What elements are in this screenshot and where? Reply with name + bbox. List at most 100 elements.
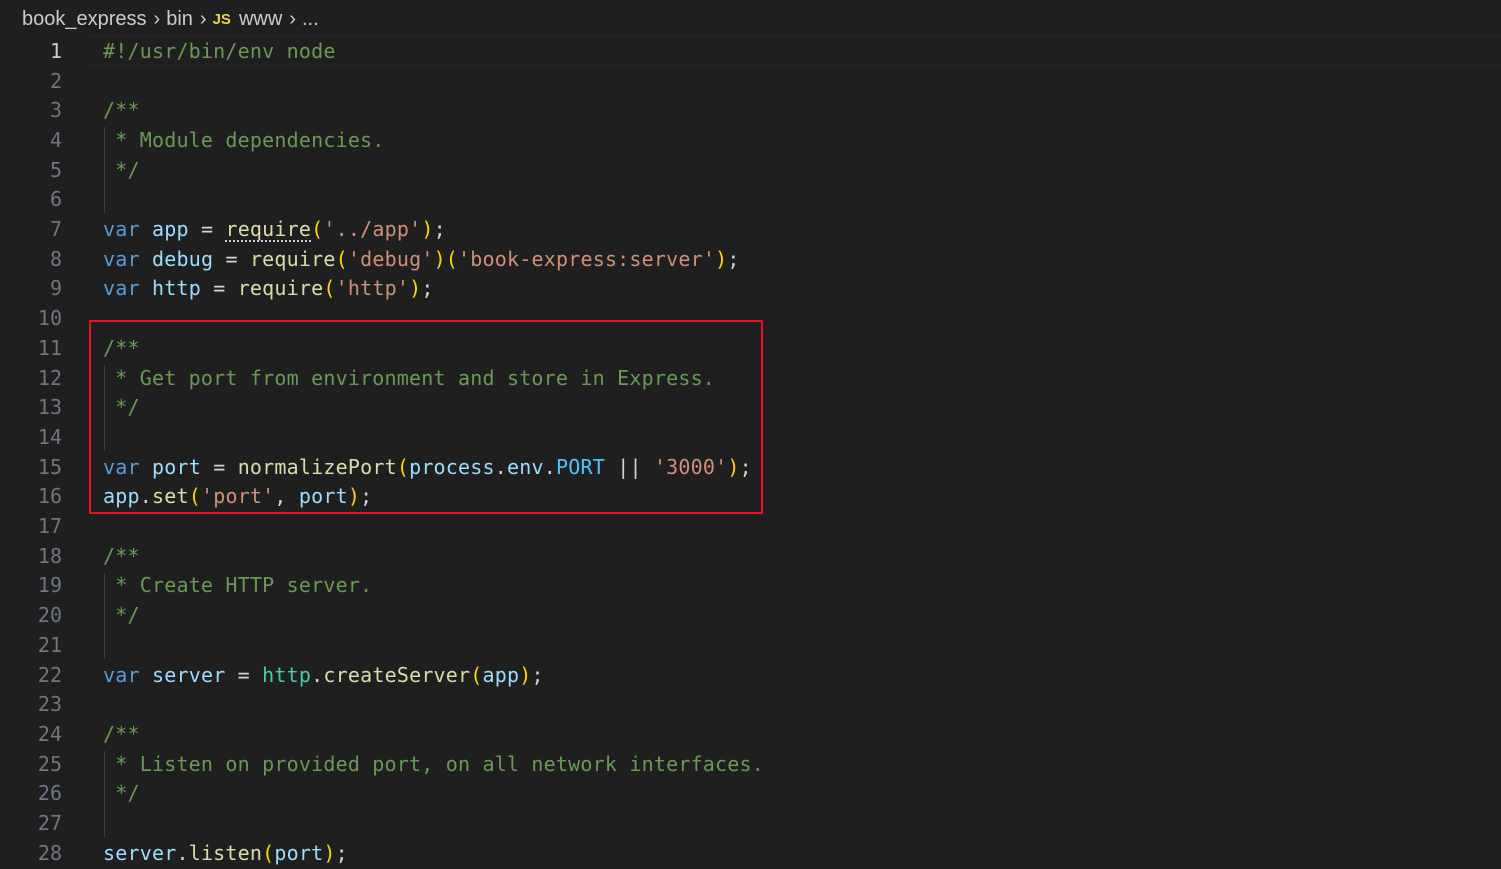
string-literal: 'http': [335, 276, 410, 301]
code-line[interactable]: 24 /**: [0, 719, 1501, 749]
code-text: * Create HTTP server.: [103, 573, 372, 597]
comment: */: [103, 781, 140, 806]
bracket: ): [409, 276, 422, 301]
comment: * Module dependencies.: [103, 127, 385, 152]
dot: .: [311, 662, 324, 687]
line-number: 5: [49, 157, 62, 182]
code-line[interactable]: 6: [0, 185, 1501, 215]
line-number: 3: [49, 98, 62, 123]
line-number: 28: [37, 840, 62, 865]
code-line[interactable]: 25 * Listen on provided port, on all net…: [0, 749, 1501, 779]
code-text: var http = require('http');: [103, 276, 434, 300]
comment: */: [103, 395, 140, 420]
code-line[interactable]: 1 #!/usr/bin/env node: [0, 36, 1501, 66]
bracket: ): [519, 662, 532, 687]
identifier: port: [298, 484, 348, 509]
identifier: http: [262, 662, 312, 687]
line-number: 22: [37, 662, 62, 687]
line-number: 25: [37, 751, 62, 776]
code-text: var debug = require('debug')('book-expre…: [103, 247, 740, 271]
breadcrumb-subfolder[interactable]: bin: [166, 8, 193, 31]
line-number: 1: [49, 38, 62, 63]
code-line[interactable]: 4 * Module dependencies.: [0, 125, 1501, 155]
line-number: 15: [37, 454, 62, 479]
code-line[interactable]: 11 /**: [0, 333, 1501, 363]
code-line[interactable]: 9 var http = require('http');: [0, 274, 1501, 304]
breadcrumb-more[interactable]: ...: [302, 8, 319, 31]
comment: /**: [103, 335, 140, 360]
dot: .: [176, 840, 189, 865]
chevron-right-icon: ›: [289, 7, 296, 30]
code-text: app.set('port', port);: [103, 484, 372, 508]
code-line[interactable]: 10: [0, 303, 1501, 333]
code-line[interactable]: 26 */: [0, 779, 1501, 809]
identifier: port: [274, 840, 324, 865]
code-text: #!/usr/bin/env node: [103, 39, 336, 63]
code-line[interactable]: 18 /**: [0, 541, 1501, 571]
chevron-right-icon: ›: [199, 7, 207, 30]
line-number: 13: [37, 395, 62, 420]
code-line[interactable]: 7 var app = require('../app');: [0, 214, 1501, 244]
breadcrumb-file[interactable]: www: [239, 8, 282, 31]
string-literal: '3000': [653, 454, 728, 479]
identifier: port: [151, 454, 201, 479]
code-line[interactable]: 20 */: [0, 600, 1501, 630]
line-number: 27: [37, 811, 62, 836]
code-line[interactable]: 23: [0, 689, 1501, 719]
keyword: var: [103, 454, 140, 479]
breadcrumb-folder[interactable]: book_express: [22, 8, 147, 31]
bracket: )(: [433, 246, 459, 271]
code-text: var port = normalizePort(process.env.POR…: [103, 455, 752, 479]
code-text: */: [103, 395, 140, 419]
code-text: server.listen(port);: [103, 841, 348, 865]
comment: /**: [103, 543, 140, 568]
breadcrumb: book_express › bin › JS www › ...: [0, 0, 1501, 38]
function-name: normalizePort: [237, 454, 397, 479]
code-line[interactable]: 14: [0, 422, 1501, 452]
bracket: ): [347, 484, 361, 509]
keyword: var: [103, 276, 140, 301]
comment: * Create HTTP server.: [103, 573, 373, 598]
code-line[interactable]: 27: [0, 808, 1501, 838]
code-line[interactable]: 8 var debug = require('debug')('book-exp…: [0, 244, 1501, 274]
code-line[interactable]: 13 */: [0, 392, 1501, 422]
operator: =: [188, 217, 226, 242]
line-number: 14: [37, 424, 62, 449]
code-text: */: [103, 158, 140, 182]
line-number: 23: [37, 692, 62, 717]
code-text: /**: [103, 722, 140, 746]
operator: =: [225, 662, 263, 687]
code-line[interactable]: 28 server.listen(port);: [0, 838, 1501, 868]
code-line[interactable]: 17: [0, 511, 1501, 541]
comment: /**: [103, 721, 140, 746]
comment: */: [103, 157, 140, 182]
function-name: require: [237, 276, 324, 301]
code-line[interactable]: 15 var port = normalizePort(process.env.…: [0, 452, 1501, 482]
line-number: 10: [37, 306, 62, 331]
code-line[interactable]: 21: [0, 630, 1501, 660]
code-line[interactable]: 3 /**: [0, 95, 1501, 125]
code-line[interactable]: 19 * Create HTTP server.: [0, 571, 1501, 601]
line-number: 9: [49, 276, 62, 301]
code-line[interactable]: 5 */: [0, 155, 1501, 185]
code-line[interactable]: 16 app.set('port', port);: [0, 482, 1501, 512]
operator: ||: [604, 454, 654, 479]
semicolon: ;: [739, 454, 752, 479]
bracket: (: [311, 217, 324, 242]
code-text: */: [103, 603, 140, 627]
operator: =: [200, 276, 238, 301]
code-line[interactable]: 12 * Get port from environment and store…: [0, 363, 1501, 393]
semicolon: ;: [727, 246, 740, 271]
line-number: 2: [49, 68, 62, 93]
dot: .: [494, 454, 508, 479]
line-number: 18: [37, 543, 62, 568]
code-editor[interactable]: 1 #!/usr/bin/env node 2 3 /** 4 * Module…: [0, 36, 1501, 869]
code-line[interactable]: 22 var server = http.createServer(app);: [0, 660, 1501, 690]
line-number: 4: [49, 127, 62, 152]
function-name: createServer: [323, 662, 471, 687]
comma: ,: [274, 484, 299, 509]
line-number: 21: [37, 632, 62, 657]
semicolon: ;: [421, 276, 434, 301]
constant: PORT: [556, 454, 605, 479]
code-line[interactable]: 2: [0, 66, 1501, 96]
